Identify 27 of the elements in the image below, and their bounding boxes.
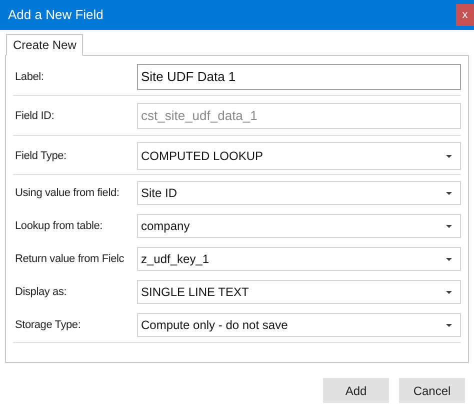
field-label: Display as: [14,284,68,300]
field-label: Return value from Fielc [14,252,126,267]
window-title: Add a New Field [7,6,104,24]
text-field[interactable]: Site UDF Data 1 [137,64,461,90]
caret-icon [446,258,452,260]
dropdown[interactable]: Site ID [137,181,461,205]
field-label: Field ID: [14,108,56,124]
dropdown[interactable]: COMPUTED LOOKUP [137,142,461,170]
dialog-button[interactable]: Cancel [399,378,465,403]
dropdown[interactable]: Compute only - do not save [137,313,461,337]
caret-icon [446,154,452,158]
caret-icon [446,192,452,194]
text-field[interactable]: cst_site_udf_data_1 [137,103,461,129]
dropdown[interactable]: company [137,214,461,238]
field-label: Label: [14,70,45,85]
field-label: Lookup from table: [14,218,104,234]
caret-icon [446,324,452,326]
close-button[interactable]: x [456,4,474,26]
caret-icon [446,224,452,228]
caret-icon [446,290,452,294]
field-label: Field Type: [14,148,68,164]
field-label: Using value from field: [14,186,120,201]
field-label: Storage Type: [14,318,82,333]
dropdown[interactable]: z_udf_key_1 [137,247,461,271]
dialog-button[interactable]: Add [323,378,389,403]
tab[interactable]: Create New [6,34,84,56]
dropdown[interactable]: SINGLE LINE TEXT [137,280,461,304]
